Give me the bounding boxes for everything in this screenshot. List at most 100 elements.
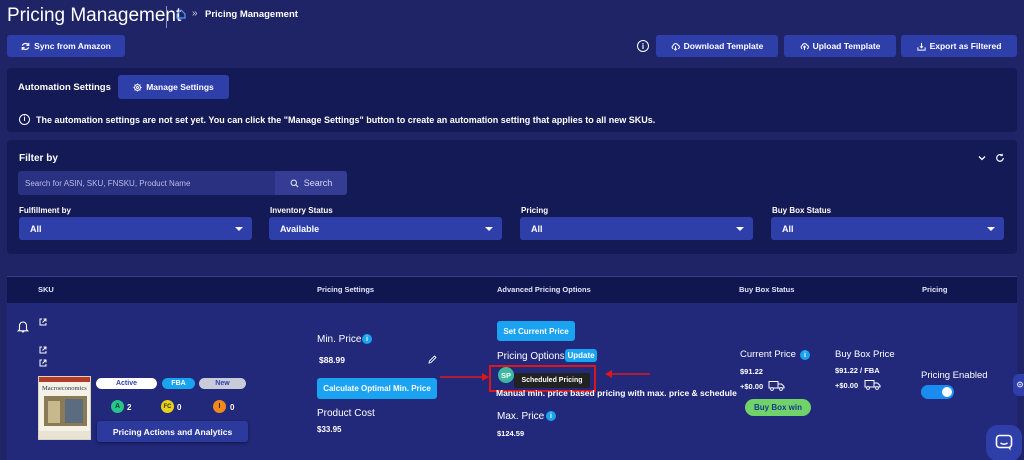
gear-icon <box>133 82 142 92</box>
manage-settings-label: Manage Settings <box>146 82 214 92</box>
product-cost-value: $33.95 <box>317 425 342 434</box>
info-icon[interactable]: i <box>800 350 810 360</box>
chat-button[interactable] <box>986 425 1022 460</box>
info-icon[interactable]: i <box>362 334 372 344</box>
page-title: Pricing Management <box>7 5 182 26</box>
fc-count: 0 <box>177 403 182 412</box>
fulfillment-label: Fulfillment by <box>19 206 71 215</box>
refresh-icon[interactable] <box>995 153 1005 163</box>
availability-count: 2 <box>127 403 132 412</box>
scheduled-pricing-tooltip: Scheduled Pricing <box>514 373 590 388</box>
status-badge-active: Active <box>96 378 157 389</box>
column-header-sku: SKU <box>38 285 54 294</box>
info-icon[interactable]: i <box>546 411 556 421</box>
current-price-label: Current Price <box>740 349 796 360</box>
pricing-enabled-label: Pricing Enabled <box>921 370 988 381</box>
search-button[interactable]: Search <box>275 171 347 195</box>
annotation-arrow-right <box>440 373 489 381</box>
sync-from-amazon-button[interactable]: Sync from Amazon <box>7 35 125 57</box>
manage-settings-button[interactable]: Manage Settings <box>118 75 229 99</box>
pricing-value: All <box>531 223 543 234</box>
product-image[interactable]: Macroeconomics <box>38 376 91 440</box>
info-icon[interactable]: i <box>637 40 649 52</box>
export-icon <box>916 42 926 51</box>
max-price-value: $124.59 <box>497 429 525 438</box>
home-icon[interactable] <box>176 9 186 19</box>
product-cost-label: Product Cost <box>317 408 375 419</box>
automation-notice: The automation settings are not set yet.… <box>36 115 656 125</box>
filter-title: Filter by <box>19 153 58 164</box>
search-input[interactable]: Search for ASIN, SKU, FNSKU, Product Nam… <box>18 171 275 195</box>
buy-box-status-label: Buy Box Status <box>772 206 832 215</box>
fulfillment-badge-fba: FBA <box>162 378 195 389</box>
title-divider <box>166 6 167 28</box>
export-as-filtered-button[interactable]: Export as Filtered <box>901 35 1017 57</box>
set-current-price-button[interactable]: Set Current Price <box>497 321 575 341</box>
buy-box-price-label: Buy Box Price <box>835 349 895 360</box>
cloud-download-icon <box>671 42 680 51</box>
pricing-strategy-text: Manual min. price based pricing with max… <box>496 388 737 398</box>
column-header-buybox: Buy Box Status <box>739 285 795 294</box>
availability-badge-icon: A <box>111 400 124 413</box>
breadcrumb-current: Pricing Management <box>205 9 298 20</box>
export-label: Export as Filtered <box>929 41 1002 51</box>
inbound-count: 0 <box>230 403 235 412</box>
pencil-icon[interactable] <box>428 355 437 364</box>
breadcrumb-separator: » <box>192 8 198 19</box>
caret-down-icon <box>235 226 243 231</box>
max-price-label: Max. Price <box>497 411 545 422</box>
buy-box-shipping-value: +$0.00 <box>835 381 859 390</box>
external-link-icon[interactable] <box>39 346 47 354</box>
pricing-options-label: Pricing Options <box>497 351 565 362</box>
current-shipping-value: +$0.00 <box>740 382 764 391</box>
external-link-icon[interactable] <box>39 318 47 326</box>
info-icon: i <box>19 114 30 125</box>
gear-icon <box>1017 381 1023 388</box>
upload-template-label: Upload Template <box>812 41 881 51</box>
chevron-down-icon[interactable] <box>978 154 986 162</box>
truck-icon <box>864 380 881 390</box>
caret-down-icon <box>736 226 744 231</box>
pricing-actions-label: Pricing Actions and Analytics <box>112 426 233 437</box>
update-button[interactable]: Update <box>565 349 597 362</box>
bell-icon[interactable] <box>17 320 29 333</box>
current-price-value: $91.22 <box>740 367 763 376</box>
settings-tab[interactable] <box>1013 374 1024 396</box>
calculate-min-price-button[interactable]: Calculate Optimal Min. Price <box>317 378 437 399</box>
pricing-actions-analytics-button[interactable]: Pricing Actions and Analytics <box>97 421 248 442</box>
caret-down-icon <box>485 226 493 231</box>
column-header-advanced: Advanced Pricing Options <box>497 285 591 294</box>
automation-settings-label: Automation Settings <box>18 82 111 93</box>
pricing-enabled-toggle[interactable] <box>921 385 954 399</box>
external-link-icon[interactable] <box>39 359 47 367</box>
condition-badge-new: New <box>199 378 246 389</box>
buy-box-status-select[interactable]: All <box>771 217 1004 240</box>
truck-icon <box>768 381 785 391</box>
product-title: Macroeconomics <box>42 385 87 392</box>
min-price-value: $88.99 <box>319 355 345 365</box>
pricing-label: Pricing <box>521 206 549 215</box>
fulfillment-value: All <box>30 223 42 234</box>
inventory-status-select[interactable]: Available <box>269 217 502 240</box>
pricing-select[interactable]: All <box>520 217 753 240</box>
download-template-label: Download Template <box>683 41 764 51</box>
upload-template-button[interactable]: Upload Template <box>784 35 896 57</box>
caret-down-icon <box>987 226 995 231</box>
chat-icon <box>995 434 1013 451</box>
search-button-label: Search <box>303 178 333 188</box>
fulfillment-select[interactable]: All <box>19 217 252 240</box>
inventory-status-value: Available <box>280 223 320 234</box>
cloud-upload-icon <box>800 42 809 50</box>
column-header-pricing: Pricing <box>922 285 948 294</box>
sync-icon <box>21 42 30 50</box>
inbound-badge-icon: I <box>213 400 226 413</box>
min-price-label: Min. Price <box>317 334 362 345</box>
sync-label: Sync from Amazon <box>34 41 111 51</box>
download-template-button[interactable]: Download Template <box>656 35 778 57</box>
column-header-pricing-settings: Pricing Settings <box>317 285 375 294</box>
search-icon <box>290 179 299 188</box>
scheduled-pricing-badge[interactable]: SP <box>498 367 514 383</box>
annotation-arrow-left <box>605 370 650 378</box>
buy-box-price-value: $91.22 / FBA <box>835 366 880 375</box>
buy-box-win-badge: Buy Box win <box>745 399 811 416</box>
